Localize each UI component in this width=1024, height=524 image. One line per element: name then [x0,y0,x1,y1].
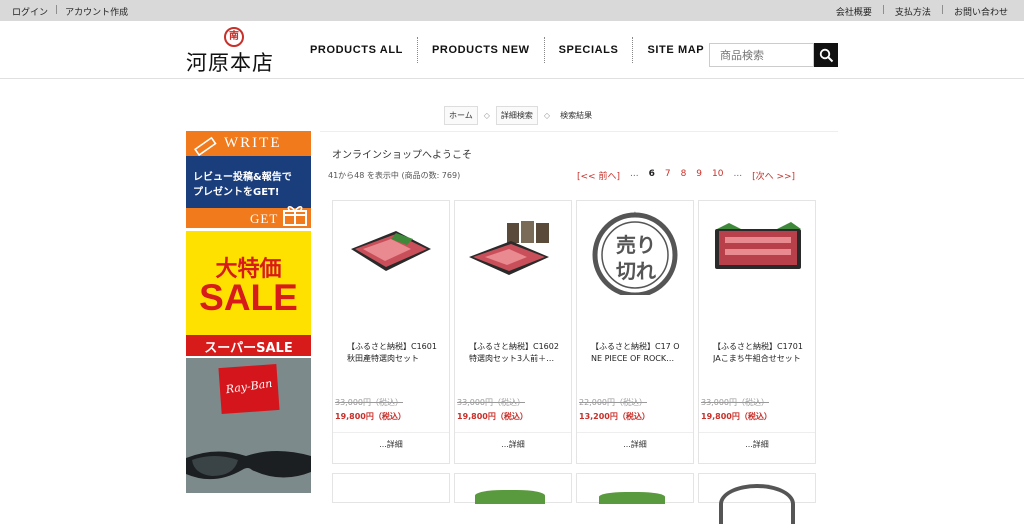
nav-products-all[interactable]: PRODUCTS ALL [296,37,418,63]
product-card-partial[interactable] [576,473,694,504]
product-original-price: 33,000円（税込） [335,398,403,407]
sunglasses-icon [186,451,311,480]
product-detail-link[interactable]: ...詳細 [333,432,449,458]
breadcrumb-current: 検索結果 [560,111,593,120]
product-image-partial [475,490,545,504]
search-box [709,43,838,67]
separator: | [940,5,944,15]
sold-out-stamp-line1: 売り [616,233,656,257]
review-banner-line2: プレゼントをGET! [193,187,280,198]
search-input[interactable] [709,43,814,67]
product-detail-link[interactable]: ...詳細 [699,432,815,458]
pager-dots: ... [733,169,743,179]
product-name[interactable]: 【ふるさと納税】C17 O [591,341,687,353]
product-card-partial[interactable] [332,473,450,503]
nav-specials[interactable]: SPECIALS [545,37,634,63]
product-detail-link[interactable]: ...詳細 [455,432,571,458]
breadcrumb: ホーム ◇ 詳細検索 ◇ 検索結果 [444,106,596,125]
nav-products-new[interactable]: PRODUCTS NEW [418,37,545,63]
sale-banner[interactable]: 大特価 SALE スーパーSALE [186,231,311,356]
pager-page-link[interactable]: 7 [665,169,671,182]
gift-icon [283,206,307,226]
rayban-banner[interactable]: Ray-Ban [186,358,311,493]
pager-page-link[interactable]: 8 [681,169,687,182]
product-name[interactable]: 【ふるさと納税】C1602 [469,341,565,353]
review-banner-line1: レビュー投稿&報告で [193,172,292,183]
review-banner-title: WRITE [224,135,282,151]
logo-mark-icon: 南 [224,27,244,47]
breadcrumb-advanced-search[interactable]: 詳細検索 [495,106,538,125]
product-card[interactable]: ★ ★ 売り 切れ 【ふるさと納税】C17 O NE PIECE OF ROCK… [576,200,694,464]
main-nav: PRODUCTS ALL PRODUCTS NEW SPECIALS SITE … [296,37,718,63]
product-card[interactable]: 【ふるさと納税】C1701 JAこまち牛組合せセット 33,000円（税込） 1… [698,200,816,464]
pagination: [<< 前へ] ... 6 7 8 9 10 ... [次へ >>] [577,169,795,182]
site-header: 南 河原本店 PRODUCTS ALL PRODUCTS NEW SPECIAL… [0,21,1024,79]
breadcrumb-separator-icon: ◇ [483,111,490,120]
product-original-price: 33,000円（税込） [457,398,525,407]
product-sale-price: 19,800円（税込） [457,412,528,421]
product-name[interactable]: JAこまち牛組合せセット [713,353,809,365]
product-name[interactable]: 特選肉セット3人前＋… [469,353,565,365]
top-bar: ログイン | アカウント作成 会社概要 | 支払方法 | お問い合わせ [0,0,1024,21]
contact-link[interactable]: お問い合わせ [954,5,1008,18]
pager-page-link[interactable]: 9 [696,169,702,182]
review-banner-panel: レビュー投稿&報告で プレゼントをGET! [186,156,311,208]
nav-site-map[interactable]: SITE MAP [633,37,718,63]
sale-banner-line3: スーパーSALE [204,341,293,356]
separator: | [55,5,59,15]
logo-text: 河原本店 [186,51,274,75]
product-sale-price: 19,800円（税込） [335,412,406,421]
breadcrumb-home[interactable]: ホーム [444,106,478,125]
review-banner[interactable]: WRITE レビュー投稿&報告で プレゼントをGET! GET [186,131,311,228]
review-banner-footer: GET [250,211,279,226]
main-content: オンラインショップへようこそ 41から48 を表示中 (商品の数: 769) [… [320,131,838,524]
pager-prev-link[interactable]: [<< 前へ] [577,169,620,182]
product-original-price: 33,000円（税込） [701,398,769,407]
search-button[interactable] [814,43,838,67]
product-sale-price: 13,200円（税込） [579,412,650,421]
product-name[interactable]: NE PIECE OF ROCK… [591,353,687,365]
product-original-price: 22,000円（税込） [579,398,647,407]
login-link[interactable]: ログイン [12,5,48,18]
separator: | [881,5,885,15]
breadcrumb-separator-icon: ◇ [543,111,551,120]
pager-next-link[interactable]: [次へ >>] [752,169,795,182]
result-count: 41から48 を表示中 (商品の数: 769) [328,171,461,180]
welcome-heading: オンラインショップへようこそ [332,150,472,161]
product-name[interactable]: 秋田產特選肉セット [347,353,443,365]
sold-out-stamp-line2: 切れ [616,259,656,283]
search-icon [819,48,833,62]
product-name[interactable]: 【ふるさと納税】C1701 [713,341,809,353]
svg-text:★: ★ [631,210,638,219]
product-image-beef-slices [715,222,801,269]
company-link[interactable]: 会社概要 [836,5,872,18]
site-logo[interactable]: 南 河原本店 [186,27,290,75]
product-name[interactable]: 【ふるさと納税】C1601 [347,341,443,353]
product-card-partial[interactable] [698,473,816,524]
pager-page-link[interactable]: 10 [712,169,723,182]
product-detail-link[interactable]: ...詳細 [577,432,693,458]
product-card[interactable]: 【ふるさと納税】C1601 秋田產特選肉セット 33,000円（税込） 19,8… [332,200,450,464]
pager-dots: ... [629,169,639,179]
product-sale-price: 19,800円（税込） [701,412,772,421]
payment-link[interactable]: 支払方法 [895,5,931,18]
product-image-beef-tray [351,231,431,271]
product-card[interactable]: 【ふるさと納税】C1602 特選肉セット3人前＋… 33,000円（税込） 19… [454,200,572,464]
sale-banner-line2: SALE [199,277,298,318]
product-image-beef-set [469,221,549,275]
product-card-partial[interactable] [454,473,572,504]
pager-current: 6 [648,169,655,179]
sold-out-stamp-partial-icon [719,484,795,524]
signup-link[interactable]: アカウント作成 [65,5,128,18]
product-image-partial [599,492,665,504]
